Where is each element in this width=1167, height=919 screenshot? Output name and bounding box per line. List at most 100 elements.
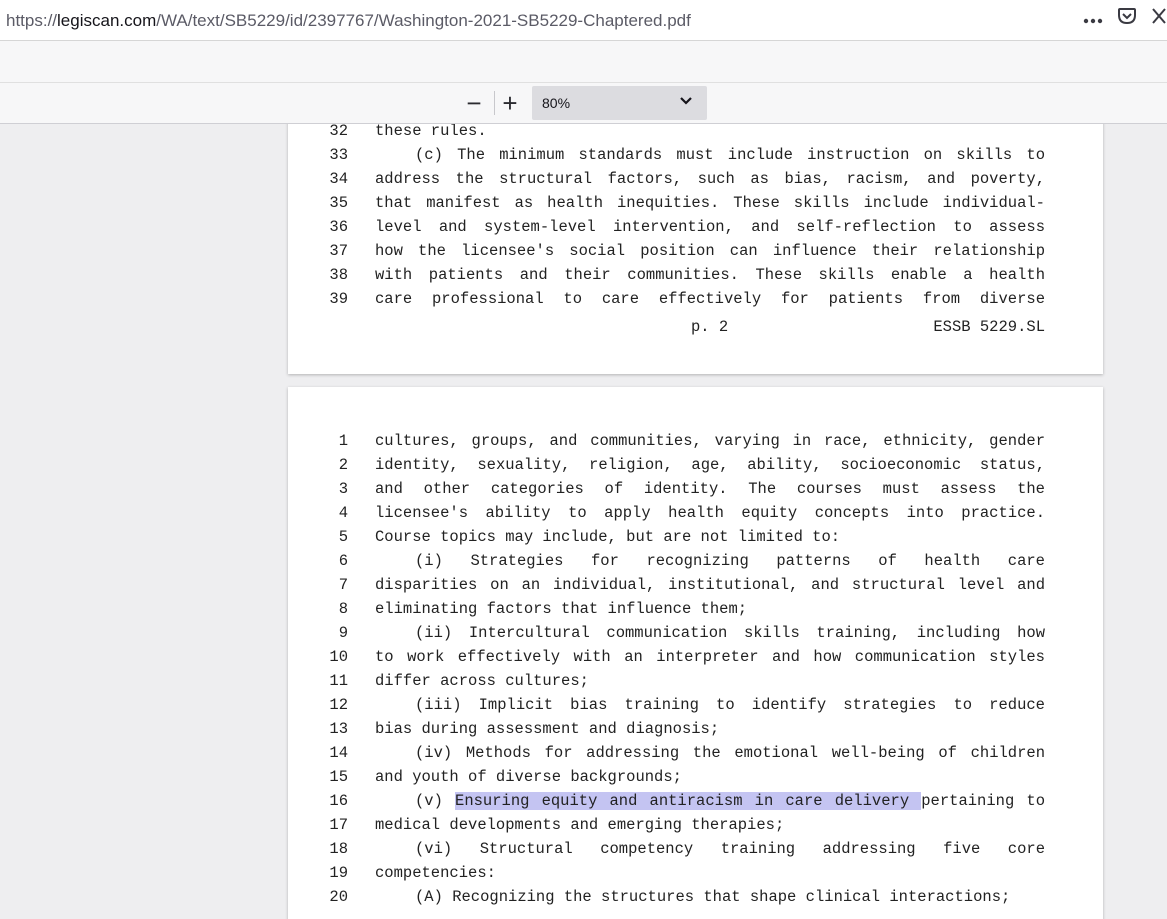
line-number: 38 — [329, 266, 348, 284]
text-line: 12 (iii) Implicit bias training to identi… — [288, 696, 1103, 720]
page-number: p. 2 — [691, 318, 729, 336]
line-text: to work effectively with an interpreter … — [375, 648, 1045, 666]
line-number: 1 — [338, 432, 348, 450]
line-text: cultures, groups, and communities, varyi… — [375, 432, 1045, 450]
text-line: 35 that manifest as health inequities. Th… — [288, 194, 1103, 218]
line-text: (iii) Implicit bias training to identify… — [415, 696, 1045, 714]
address-bar[interactable]: https://legiscan.com/WA/text/SB5229/id/2… — [0, 0, 1167, 41]
zoom-in-icon: + — [502, 87, 518, 118]
zoom-out-icon: − — [466, 87, 482, 118]
text-line: 8 eliminating factors that influence them… — [288, 600, 1103, 624]
line-number: 2 — [338, 456, 348, 474]
line-number: 7 — [338, 576, 348, 594]
pdf-viewer[interactable]: 32 these rules. 33 (c) The minimum standar… — [0, 124, 1167, 919]
text-line: 13 bias during assessment and diagnosis; — [288, 720, 1103, 744]
zoom-value: 80% — [542, 95, 571, 111]
line-text: Course topics may include, but are not l… — [375, 528, 841, 546]
zoom-out-button[interactable]: − — [459, 87, 489, 118]
line-text: and other categories of identity. The co… — [375, 480, 1045, 498]
line-number: 12 — [329, 696, 348, 714]
line-text: licensee's ability to apply health equit… — [375, 504, 1045, 522]
text-line: 34 address the structural factors, such a… — [288, 170, 1103, 194]
url-prefix: https:// — [6, 11, 58, 30]
text-line: 20 (A) Recognizing the structures that sh… — [288, 888, 1103, 912]
pocket-icon[interactable] — [1117, 6, 1137, 31]
url-path: /WA/text/SB5229/id/2397767/Washington-20… — [156, 11, 691, 30]
line-text: (A) Recognizing the structures that shap… — [415, 888, 1011, 906]
more-icon[interactable] — [1083, 8, 1103, 29]
line-text: competencies: — [375, 864, 496, 882]
line-number: 9 — [338, 624, 348, 642]
line-text: differ across cultures; — [375, 672, 589, 690]
text-line: 3 and other categories of identity. The c… — [288, 480, 1103, 504]
text-line: 11 differ across cultures; — [288, 672, 1103, 696]
text-line: 39 care professional to care effectively … — [288, 290, 1103, 314]
text-line: 7 disparities on an individual, instituti… — [288, 576, 1103, 600]
text-line: 18 (vi) Structural competency training ad… — [288, 840, 1103, 864]
line-text: (iv) Methods for addressing the emotiona… — [415, 744, 1045, 762]
line-text-suffix: pertaining to — [921, 792, 1045, 810]
line-number: 10 — [329, 648, 348, 666]
text-line: 9 (ii) Intercultural communication skills… — [288, 624, 1103, 648]
text-line: 6 (i) Strategies for recognizing patterns… — [288, 552, 1103, 576]
line-text: level and system-level intervention, and… — [375, 218, 1045, 236]
line-text: these rules. — [375, 124, 487, 140]
text-line: 4 licensee's ability to apply health equi… — [288, 504, 1103, 528]
text-line: 36 level and system-level intervention, a… — [288, 218, 1103, 242]
text-line: 16 (v) Ensuring equity and antiracism in … — [288, 792, 1103, 816]
line-number: 32 — [329, 124, 348, 140]
line-text: (ii) Intercultural communication skills … — [415, 624, 1045, 642]
line-number: 18 — [329, 840, 348, 858]
text-line: 5 Course topics may include, but are not … — [288, 528, 1103, 552]
line-number: 36 — [329, 218, 348, 236]
line-number: 8 — [338, 600, 348, 618]
line-text: (c) The minimum standards must include i… — [415, 146, 1045, 164]
line-number: 20 — [329, 888, 348, 906]
line-text: address the structural factors, such as … — [375, 170, 1045, 188]
line-number: 34 — [329, 170, 348, 188]
line-number: 3 — [338, 480, 348, 498]
zoom-select[interactable]: 80% — [532, 86, 707, 120]
line-number: 5 — [338, 528, 348, 546]
line-number: 16 — [329, 792, 348, 810]
zoom-in-button[interactable]: + — [495, 87, 525, 118]
line-text: that manifest as health inequities. Thes… — [375, 194, 1045, 212]
line-number: 33 — [329, 146, 348, 164]
pdf-toolbar: − + 80% — [0, 83, 1167, 124]
text-line: 37 how the licensee's social position can… — [288, 242, 1103, 266]
text-line: 2 identity, sexuality, religion, age, abi… — [288, 456, 1103, 480]
extensions-icon[interactable] — [1151, 6, 1167, 31]
text-line: 33 (c) The minimum standards must include… — [288, 146, 1103, 170]
text-line: 19 competencies: — [288, 864, 1103, 888]
line-text: with patients and their communities. The… — [375, 266, 1045, 284]
line-text: (i) Strategies for recognizing patterns … — [415, 552, 1045, 570]
line-text-prefix: (v) — [415, 792, 456, 810]
line-text: eliminating factors that influence them; — [375, 600, 748, 618]
text-line: 15 and youth of diverse backgrounds; — [288, 768, 1103, 792]
line-number: 11 — [329, 672, 348, 690]
line-number: 6 — [338, 552, 348, 570]
text-line: 10 to work effectively with an interprete… — [288, 648, 1103, 672]
line-text: identity, sexuality, religion, age, abil… — [375, 456, 1045, 474]
line-text: (v) Ensuring equity and antiracism in ca… — [415, 792, 1045, 810]
line-number: 17 — [329, 816, 348, 834]
text-selection-highlight[interactable]: Ensuring equity and antiracism in care d… — [455, 792, 922, 810]
pdf-page-3: 1 cultures, groups, and communities, vary… — [288, 387, 1103, 919]
pdf-page-2: 32 these rules. 33 (c) The minimum standar… — [288, 124, 1103, 374]
document-id: ESSB 5229.SL — [933, 318, 1045, 336]
text-line: 17 medical developments and emerging ther… — [288, 816, 1103, 840]
line-text: bias during assessment and diagnosis; — [375, 720, 720, 738]
url-text[interactable]: https://legiscan.com/WA/text/SB5229/id/2… — [6, 11, 691, 31]
bookmarks-strip — [0, 41, 1167, 83]
line-number: 14 — [329, 744, 348, 762]
line-number: 39 — [329, 290, 348, 308]
line-number: 19 — [329, 864, 348, 882]
line-text: care professional to care effectively fo… — [375, 290, 1045, 308]
line-text: and youth of diverse backgrounds; — [375, 768, 682, 786]
line-number: 37 — [329, 242, 348, 260]
text-line: 32 these rules. — [288, 124, 1103, 146]
line-number: 35 — [329, 194, 348, 212]
line-number: 15 — [329, 768, 348, 786]
line-text: how the licensee's social position can i… — [375, 242, 1045, 260]
line-number: 13 — [329, 720, 348, 738]
